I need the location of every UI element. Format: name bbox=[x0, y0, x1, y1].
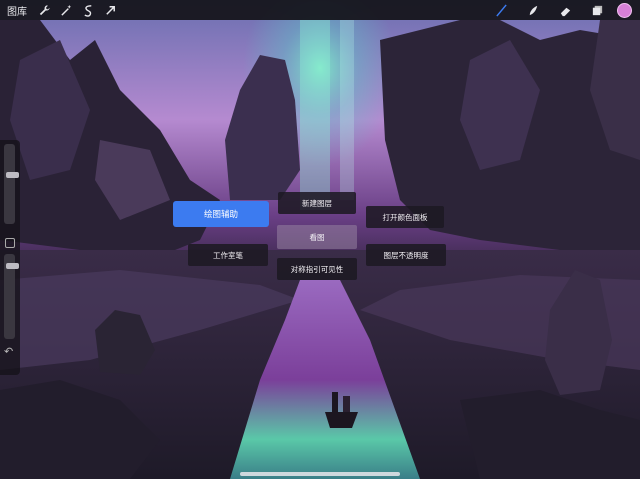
opacity-slider[interactable] bbox=[4, 254, 19, 339]
right-tool-group bbox=[485, 0, 640, 20]
brush-size-thumb[interactable] bbox=[6, 172, 19, 178]
selection-icon[interactable] bbox=[77, 0, 99, 20]
brush-icon[interactable] bbox=[485, 0, 517, 20]
layers-icon[interactable] bbox=[581, 0, 613, 20]
layer-opacity-button[interactable]: 图层不透明度 bbox=[366, 244, 446, 266]
home-indicator bbox=[240, 472, 400, 476]
symmetry-guide-visibility-button[interactable]: 对称指引可见性 bbox=[277, 258, 357, 280]
eraser-icon[interactable] bbox=[549, 0, 581, 20]
open-color-panel-button[interactable]: 打开颜色面板 bbox=[366, 206, 444, 228]
magic-wand-icon[interactable] bbox=[55, 0, 77, 20]
brush-size-slider[interactable] bbox=[4, 144, 19, 224]
smudge-icon[interactable] bbox=[517, 0, 549, 20]
undo-icon[interactable]: ↶ bbox=[4, 345, 13, 358]
opacity-thumb[interactable] bbox=[6, 263, 19, 269]
left-sidebar: ↶ bbox=[0, 140, 20, 375]
top-toolbar: 图库 bbox=[0, 0, 640, 20]
gallery-button[interactable]: 图库 bbox=[7, 3, 27, 18]
drawing-guide-button[interactable]: 绘图辅助 bbox=[173, 201, 269, 227]
workspace-button[interactable]: 工作室笔 bbox=[188, 244, 268, 266]
transform-arrow-icon[interactable] bbox=[99, 0, 121, 20]
modify-button[interactable] bbox=[5, 238, 15, 248]
wrench-icon[interactable] bbox=[33, 0, 55, 20]
view-button[interactable]: 看图 bbox=[277, 225, 357, 249]
color-swatch[interactable] bbox=[617, 2, 632, 18]
new-layer-button[interactable]: 新建图层 bbox=[278, 192, 356, 214]
